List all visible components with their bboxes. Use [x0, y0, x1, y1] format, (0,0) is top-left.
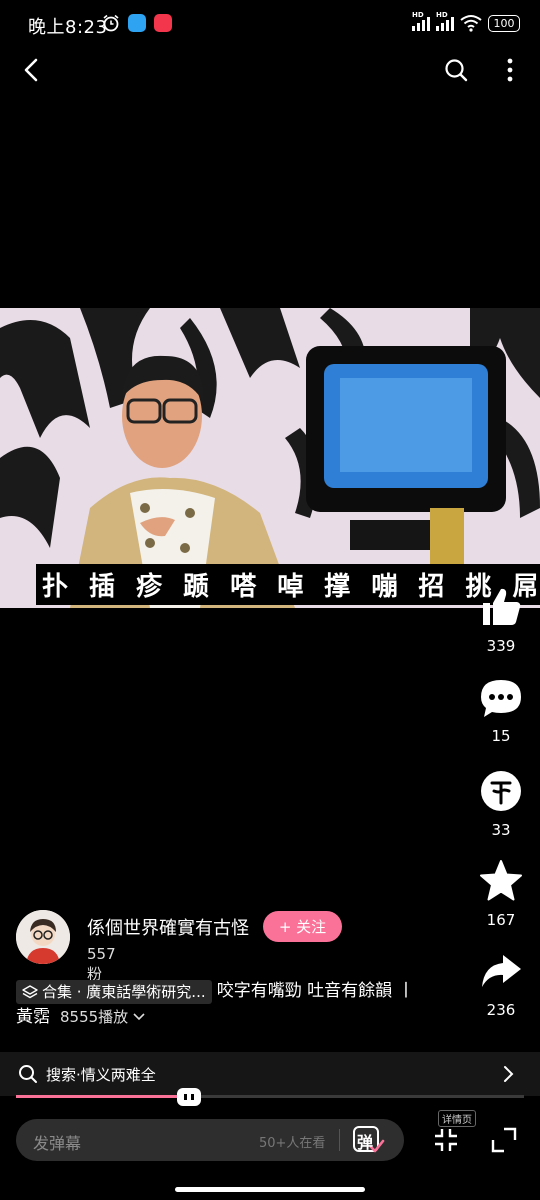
progress-handle-icon[interactable]	[176, 1088, 201, 1106]
like-count: 339	[486, 637, 516, 655]
search-button[interactable]	[436, 50, 476, 90]
collection-label: 合集 · 廣東話學術研究...	[42, 982, 206, 1001]
comment-button[interactable]: 15	[476, 677, 526, 745]
detail-page-label: 详情页	[438, 1110, 476, 1127]
collection-tag[interactable]: 合集 · 廣東話學術研究...	[16, 979, 212, 1004]
alarm-clock-icon	[103, 14, 119, 32]
follow-button[interactable]: + 关注	[263, 911, 342, 942]
danmaku-placeholder: 发弹幕	[33, 1134, 82, 1153]
notification-icons	[102, 14, 172, 32]
chevron-right-icon	[504, 1066, 514, 1082]
more-button[interactable]	[490, 50, 530, 90]
star-icon	[480, 860, 522, 901]
related-search-text: 搜索·情义两难全	[46, 1066, 156, 1084]
thumbs-up-icon	[483, 588, 521, 625]
coin-button[interactable]: 33	[476, 769, 526, 839]
share-arrow-icon	[482, 955, 521, 987]
signal-1-icon: HD	[412, 11, 430, 31]
danmaku-toggle-label: 弹	[357, 1133, 374, 1152]
status-bar: 晚上8:23 HD HD 100	[0, 0, 540, 50]
video-frame-image	[0, 308, 540, 608]
network-label: HD	[436, 11, 448, 19]
description-text: 咬字有嘴勁 吐音有餘韻 丨	[216, 981, 415, 1001]
share-button[interactable]: 236	[476, 949, 526, 1019]
back-button[interactable]	[12, 50, 52, 90]
avatar-image	[16, 910, 70, 964]
favorite-count: 167	[486, 911, 516, 929]
coin-count: 33	[491, 821, 511, 839]
search-icon	[19, 1065, 37, 1083]
wifi-icon	[460, 15, 482, 32]
progress-fill	[16, 1095, 189, 1098]
status-time: 晚上8:23	[28, 17, 108, 38]
video-description: 合集 · 廣東話學術研究... 咬字有嘴勁 吐音有餘韻 丨 黃霑 8555播放	[16, 978, 466, 1030]
collapse-icon	[435, 1129, 457, 1151]
more-vertical-icon	[507, 58, 513, 82]
chevron-left-icon	[24, 58, 38, 82]
video-player[interactable]: 扑 插 疹 踬 嗒 啅 撑 嘣 招 挑 屌	[0, 308, 540, 608]
play-count-value: 8555播放	[60, 1008, 129, 1026]
danmaku-toggle[interactable]: 弹	[353, 1125, 385, 1155]
comment-icon	[481, 680, 521, 717]
like-button[interactable]: 339	[476, 585, 526, 655]
progress-bar[interactable]	[16, 1095, 524, 1098]
divider	[339, 1129, 340, 1151]
related-search-bar[interactable]: 搜索·情义两难全	[0, 1052, 540, 1096]
home-indicator[interactable]	[175, 1187, 365, 1192]
exit-fullscreen-button[interactable]	[432, 1126, 460, 1154]
coin-icon	[481, 771, 521, 811]
status-right: HD HD 100	[412, 11, 520, 32]
video-subtitle: 扑 插 疹 踬 嗒 啅 撑 嘣 招 挑 屌	[36, 564, 540, 605]
share-count: 236	[486, 1001, 516, 1019]
avatar[interactable]	[16, 910, 70, 964]
app-notification-icon	[128, 14, 146, 32]
battery-indicator: 100	[488, 14, 520, 32]
network-label: HD	[412, 11, 424, 19]
watching-count: 50+人在看	[259, 1136, 326, 1151]
layers-icon	[22, 984, 38, 998]
signal-2-icon: HD	[436, 11, 454, 31]
search-icon	[445, 59, 468, 82]
danmaku-input[interactable]: 发弹幕 50+人在看 弹	[16, 1119, 404, 1161]
favorite-button[interactable]: 167	[476, 859, 526, 929]
description-text-continued: 黃霑	[16, 1007, 50, 1027]
author-name[interactable]: 係個世界確實有古怪	[87, 914, 249, 940]
fullscreen-button[interactable]	[490, 1126, 518, 1154]
chevron-down-icon	[133, 1013, 145, 1021]
fullscreen-icon	[491, 1127, 517, 1153]
comment-count: 15	[491, 727, 511, 745]
play-count[interactable]: 8555播放	[60, 1004, 145, 1030]
bilibili-notification-icon	[154, 14, 172, 32]
